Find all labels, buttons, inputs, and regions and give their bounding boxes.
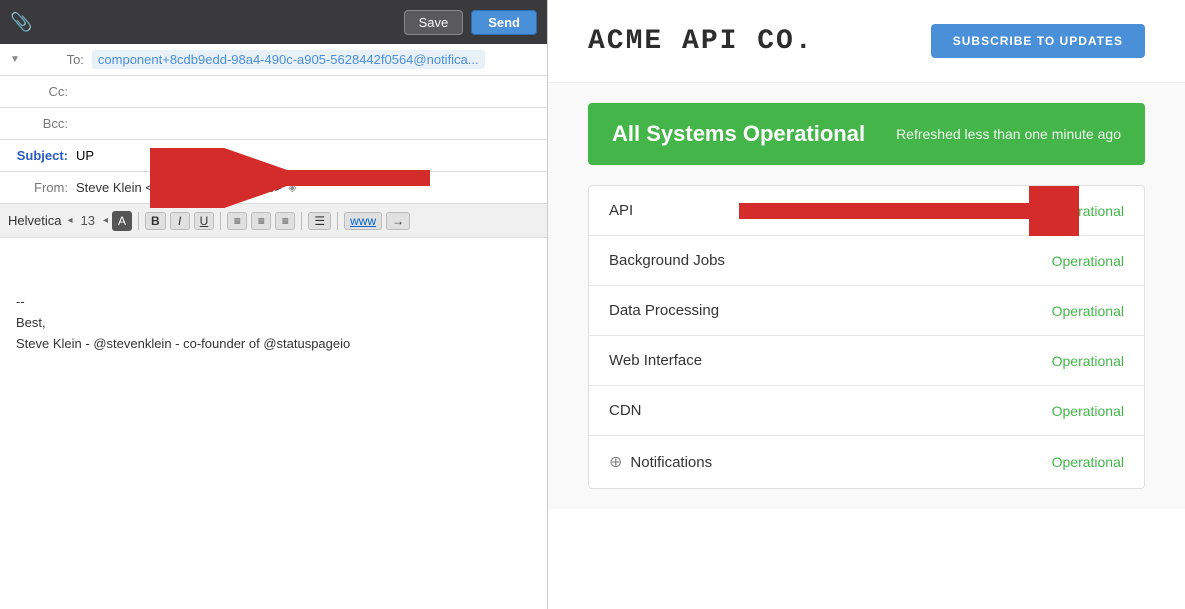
font-size-display: 13	[81, 213, 95, 228]
to-dropdown-icon[interactable]: ▼	[10, 54, 20, 65]
color-button[interactable]: A	[112, 211, 132, 231]
service-name-web-interface: Web Interface	[609, 352, 1052, 369]
table-row: Data Processing Operational	[589, 286, 1144, 336]
underline-button[interactable]: U	[194, 212, 215, 230]
notifications-expand-icon[interactable]: ⊕	[609, 452, 622, 472]
align-right-button[interactable]: ≡	[275, 212, 295, 230]
service-status-cdn: Operational	[1052, 403, 1124, 419]
align-center-button[interactable]: ≡	[251, 212, 271, 230]
company-name: ACME API CO.	[588, 26, 814, 57]
service-status-background-jobs: Operational	[1052, 253, 1124, 269]
list-button[interactable]: ☰	[308, 212, 331, 230]
to-value[interactable]: component+8cdb9edd-98a4-490c-a905-562844…	[92, 50, 485, 69]
service-status-api: Operational	[1052, 203, 1124, 219]
status-header: ACME API CO. SUBSCRIBE TO UPDATES	[548, 0, 1185, 83]
service-name-api: API	[609, 202, 1030, 219]
table-row: API ? Operational	[589, 186, 1144, 236]
subject-input[interactable]	[76, 148, 537, 163]
divider-1	[138, 212, 139, 230]
table-row: Web Interface Operational	[589, 336, 1144, 386]
api-help-icon[interactable]: ?	[1036, 203, 1052, 219]
subscribe-button[interactable]: SUBSCRIBE TO UPDATES	[931, 24, 1145, 58]
indent-button[interactable]: →	[386, 212, 410, 230]
save-button[interactable]: Save	[404, 10, 464, 35]
email-toolbar: 📎 Save Send	[0, 0, 547, 44]
from-value: Steve Klein <steve@statuspage.io>	[76, 180, 282, 195]
bold-button[interactable]: B	[145, 212, 166, 230]
font-selector[interactable]: Helvetica	[8, 213, 61, 228]
status-banner-title: All Systems Operational	[612, 121, 865, 147]
status-banner: All Systems Operational Refreshed less t…	[588, 103, 1145, 165]
table-row: ⊕ Notifications Operational	[589, 436, 1144, 488]
divider-3	[301, 212, 302, 230]
send-button[interactable]: Send	[471, 10, 537, 35]
divider-2	[220, 212, 221, 230]
email-body[interactable]: -- Best, Steve Klein - @stevenklein - co…	[0, 238, 547, 609]
service-status-web-interface: Operational	[1052, 353, 1124, 369]
italic-button[interactable]: I	[170, 212, 190, 230]
bcc-input[interactable]	[76, 116, 537, 131]
cc-label: Cc:	[10, 84, 68, 99]
divider-4	[337, 212, 338, 230]
bcc-field: Bcc:	[0, 108, 547, 140]
from-label: From:	[10, 180, 68, 195]
service-name-notifications: Notifications	[630, 454, 1051, 471]
attach-icon: 📎	[10, 12, 32, 33]
cc-field: Cc:	[0, 76, 547, 108]
services-container: API ? Operational Background Jobs Operat…	[588, 185, 1145, 489]
cc-input[interactable]	[76, 84, 537, 99]
size-chevron-icon[interactable]: ◂	[103, 215, 108, 226]
bcc-label: Bcc:	[10, 116, 68, 131]
service-name-cdn: CDN	[609, 402, 1052, 419]
link-button[interactable]: www	[344, 212, 382, 230]
table-row: Background Jobs Operational	[589, 236, 1144, 286]
status-banner-refresh: Refreshed less than one minute ago	[896, 126, 1121, 142]
table-row: CDN Operational	[589, 386, 1144, 436]
status-panel: ACME API CO. SUBSCRIBE TO UPDATES All Sy…	[548, 0, 1185, 609]
service-status-data-processing: Operational	[1052, 303, 1124, 319]
from-field: From: Steve Klein <steve@statuspage.io> …	[0, 172, 547, 204]
service-name-background-jobs: Background Jobs	[609, 252, 1052, 269]
email-compose-panel: 📎 Save Send ▼ To: component+8cdb9edd-98a…	[0, 0, 548, 609]
formatting-bar: Helvetica ◂ 13 ◂ A B I U ≡ ≡ ≡ ☰ www →	[0, 204, 547, 238]
to-label: To:	[26, 52, 84, 67]
email-body-text: -- Best, Steve Klein - @stevenklein - co…	[16, 294, 350, 351]
to-field: ▼ To: component+8cdb9edd-98a4-490c-a905-…	[0, 44, 547, 76]
service-name-data-processing: Data Processing	[609, 302, 1052, 319]
align-left-button[interactable]: ≡	[227, 212, 247, 230]
from-chevron-icon[interactable]: ◈	[288, 181, 296, 194]
subject-field: Subject:	[0, 140, 547, 172]
subject-label: Subject:	[10, 148, 68, 163]
service-status-notifications: Operational	[1052, 454, 1124, 470]
font-chevron-icon[interactable]: ◂	[67, 215, 72, 226]
